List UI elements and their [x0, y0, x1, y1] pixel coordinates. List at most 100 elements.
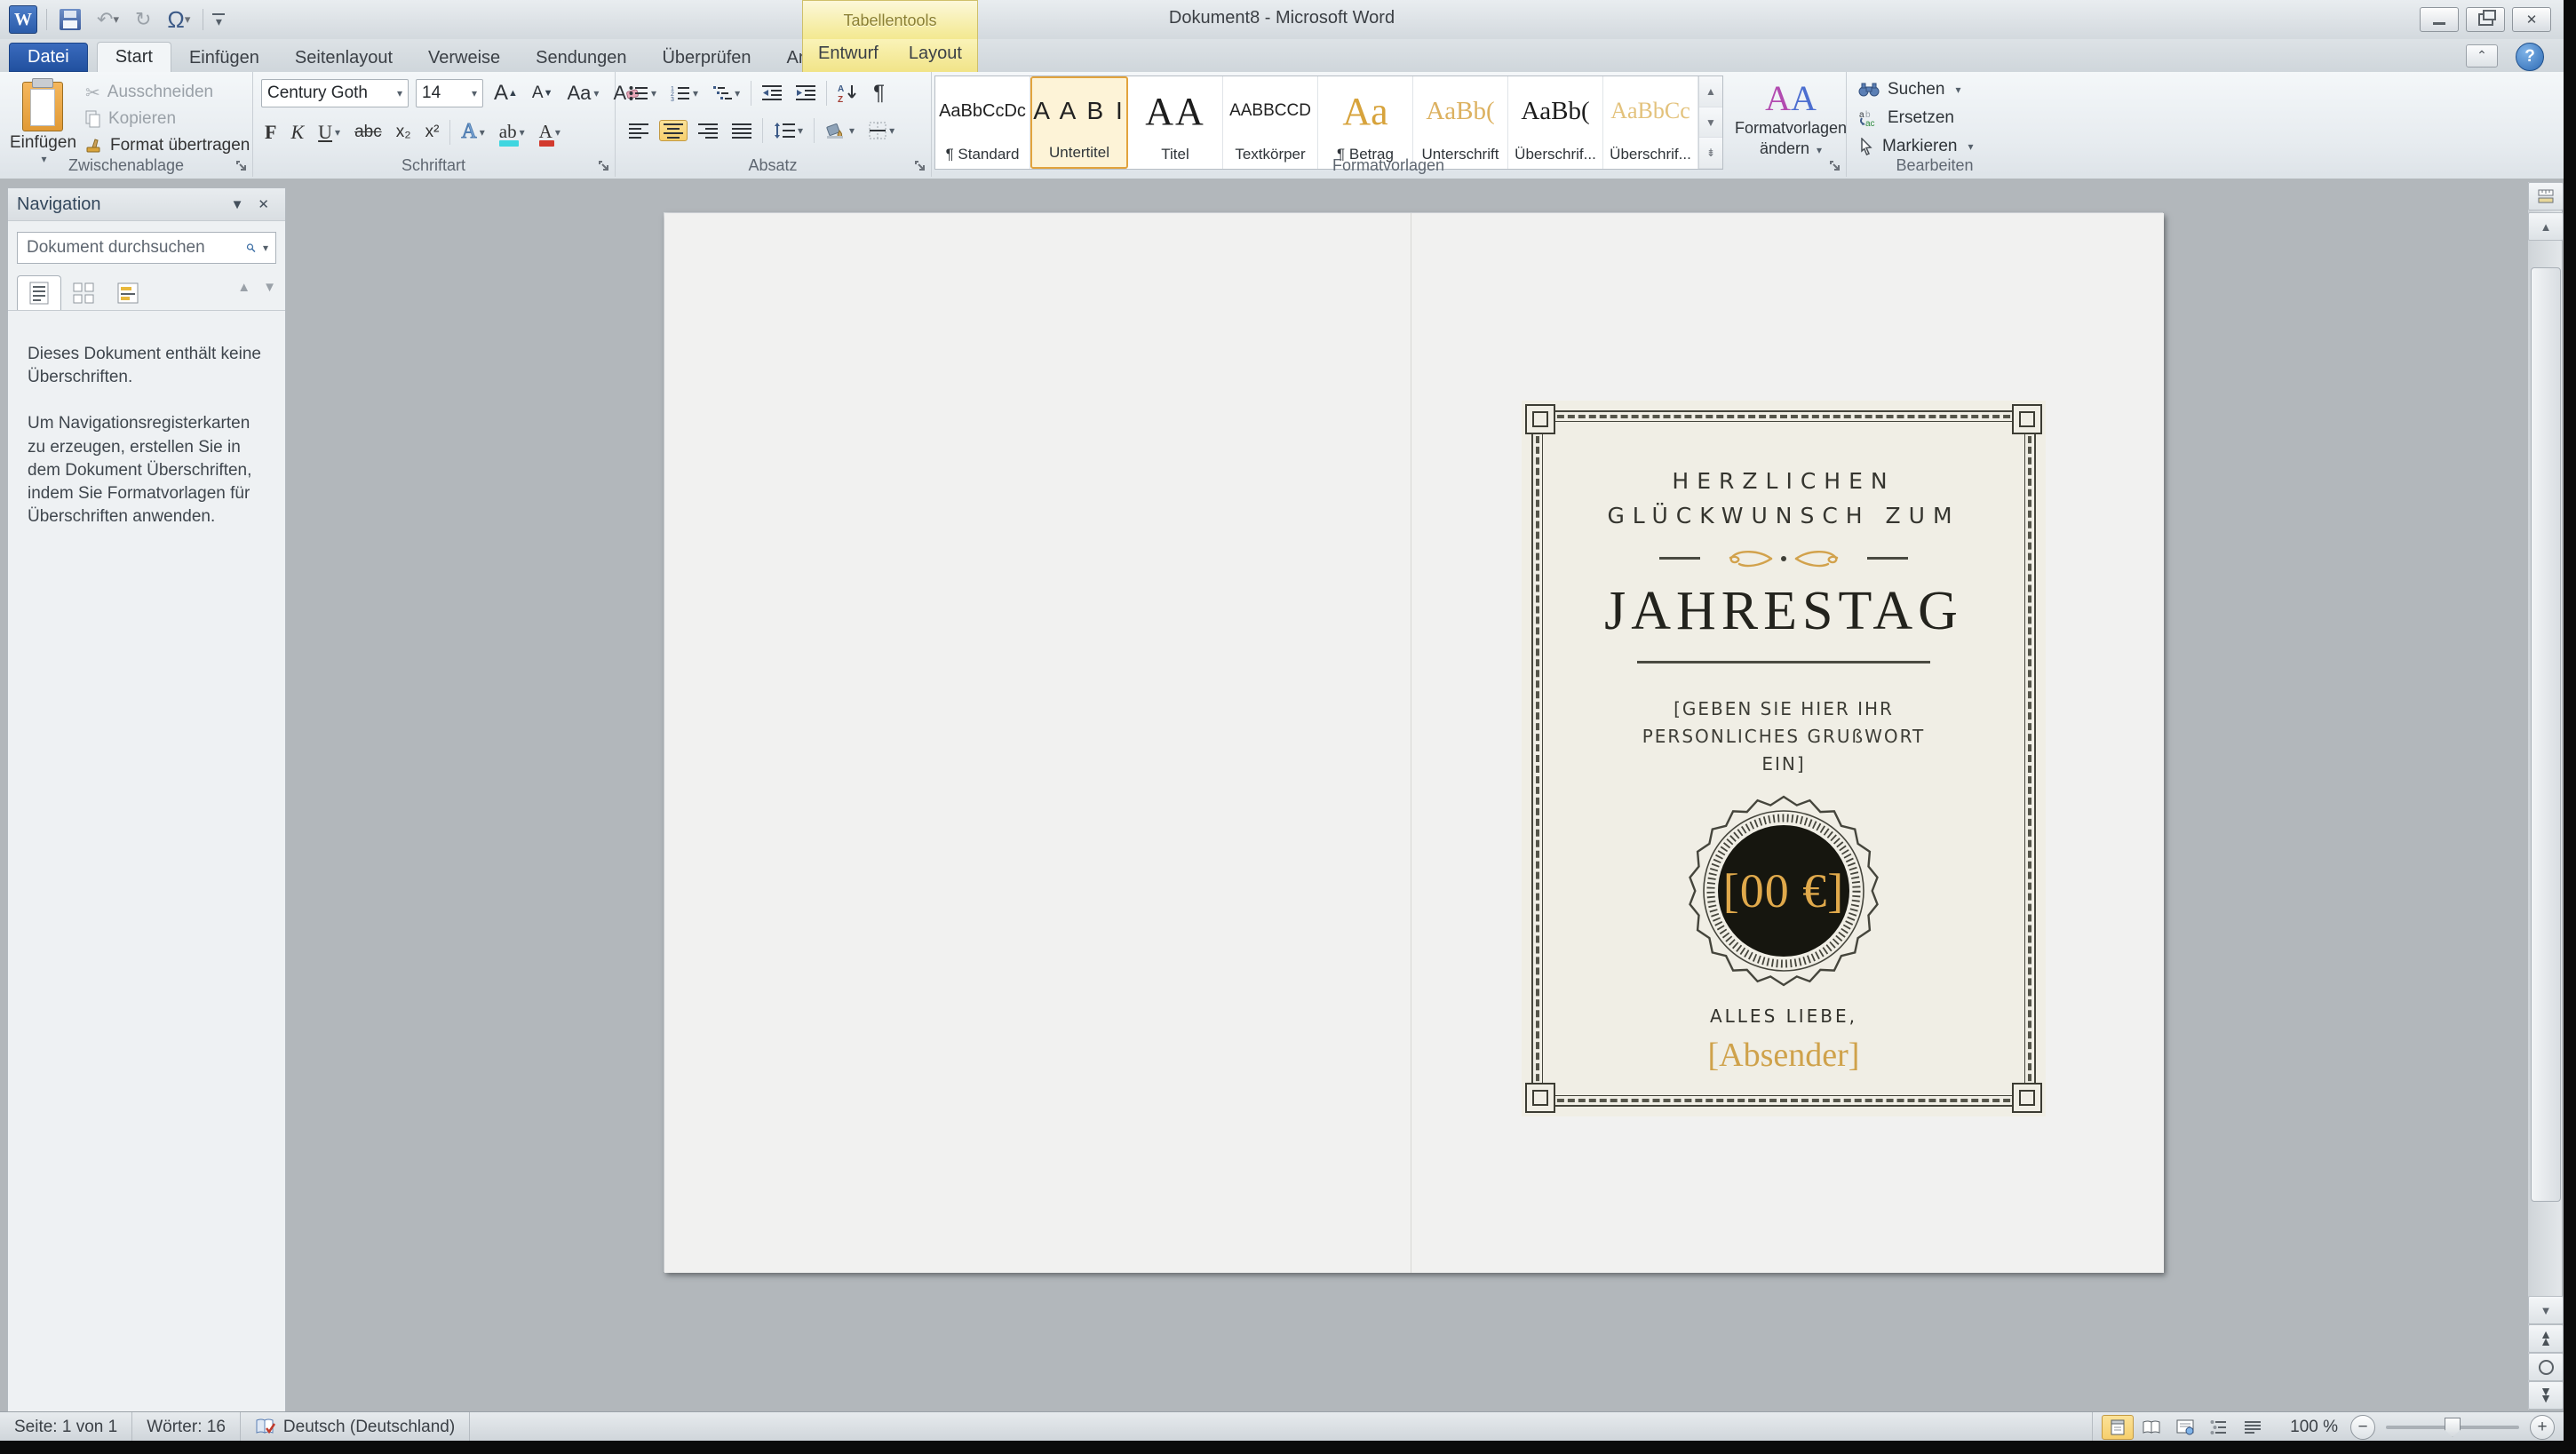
scrollbar-thumb[interactable]: [2531, 267, 2561, 1202]
search-icon[interactable]: [246, 238, 256, 258]
customize-qat-button[interactable]: ▾: [212, 13, 225, 25]
next-heading-arrow[interactable]: ▼: [263, 280, 276, 295]
numbering-arrow[interactable]: ▾: [693, 87, 698, 99]
styles-scroll-up[interactable]: ▲: [1699, 76, 1722, 107]
card-greeting-placeholder[interactable]: [GEBEN SIE HIER IHR PERSONLICHES GRUßWOR…: [1637, 695, 1930, 778]
document-search-box[interactable]: ▾: [17, 232, 276, 264]
style-ueberschrift2[interactable]: AaBbCc Überschrif...: [1603, 76, 1698, 169]
underline-arrow[interactable]: ▾: [335, 126, 340, 139]
zoom-in-button[interactable]: +: [2530, 1415, 2555, 1440]
font-color-arrow[interactable]: ▾: [555, 126, 561, 139]
select-arrow[interactable]: ▾: [1968, 140, 1973, 153]
select-browse-object-button[interactable]: [2528, 1353, 2564, 1381]
navigation-pane-close-icon[interactable]: ✕: [250, 196, 276, 212]
vertical-scrollbar[interactable]: ▲ ▼ ▲▲ ▼▼: [2528, 182, 2562, 1410]
fullscreen-reading-view-button[interactable]: [2135, 1415, 2167, 1440]
replace-button[interactable]: abac Ersetzen: [1849, 104, 1974, 132]
tab-verweise[interactable]: Verweise: [410, 44, 518, 72]
format-painter-button[interactable]: Format übertragen: [82, 132, 250, 159]
zwischenablage-dialog-launcher[interactable]: [235, 159, 249, 173]
formatvorlagen-dialog-launcher[interactable]: [1828, 159, 1842, 173]
absatz-dialog-launcher[interactable]: [913, 159, 927, 173]
superscript-button[interactable]: x²: [422, 121, 443, 144]
italic-button[interactable]: K: [287, 119, 307, 146]
line-spacing-arrow[interactable]: ▾: [798, 124, 803, 137]
numbering-button[interactable]: 123 ▾: [667, 83, 702, 104]
card-closing[interactable]: ALLES LIEBE,: [1548, 1005, 2019, 1027]
draft-view-button[interactable]: [2237, 1415, 2269, 1440]
schriftart-dialog-launcher[interactable]: [597, 159, 611, 173]
show-paragraph-marks-button[interactable]: ¶: [870, 79, 888, 107]
align-right-button[interactable]: [695, 121, 721, 140]
zoom-slider-thumb[interactable]: [2445, 1418, 2461, 1437]
borders-arrow[interactable]: ▾: [889, 124, 894, 137]
tab-sendungen[interactable]: Sendungen: [518, 44, 644, 72]
search-input[interactable]: [25, 237, 246, 258]
symbol-dropdown-arrow[interactable]: ▾: [185, 12, 191, 27]
style-unterschrift[interactable]: AaBb( Unterschrift: [1413, 76, 1508, 169]
zoom-out-button[interactable]: −: [2350, 1415, 2375, 1440]
next-page-button[interactable]: ▼▼: [2528, 1381, 2564, 1410]
nav-tab-pages[interactable]: [61, 275, 106, 310]
word-logo-icon[interactable]: W: [9, 5, 37, 34]
style-betrag[interactable]: Aa ¶ Betrag: [1318, 76, 1413, 169]
multilevel-list-button[interactable]: ▾: [709, 83, 743, 104]
page-count-indicator[interactable]: Seite: 1 von 1: [0, 1412, 132, 1441]
tab-seitenlayout[interactable]: Seitenlayout: [277, 44, 410, 72]
tab-start[interactable]: Start: [97, 42, 171, 72]
style-untertitel[interactable]: A A B I Untertitel: [1030, 76, 1128, 169]
card-greeting[interactable]: HERZLICHEN GLÜCKWUNSCH ZUM: [1548, 465, 2019, 534]
print-layout-view-button[interactable]: [2102, 1415, 2134, 1440]
previous-heading-arrow[interactable]: ▲: [237, 280, 250, 295]
greeting-card[interactable]: HERZLICHEN GLÜCKWUNSCH ZUM: [1522, 401, 2046, 1116]
spellcheck-indicator[interactable]: Deutsch (Deutschland): [241, 1412, 470, 1441]
font-size-combo[interactable]: 14 ▾: [416, 79, 483, 107]
undo-dropdown-arrow[interactable]: ▾: [113, 12, 119, 27]
seal-amount[interactable]: [00 €]: [1687, 794, 1880, 988]
style-titel[interactable]: AA Titel: [1128, 76, 1223, 169]
tab-entwurf[interactable]: Entwurf: [811, 39, 886, 68]
find-button[interactable]: Suchen ▾: [1849, 75, 1974, 104]
card-title[interactable]: JAHRESTAG: [1548, 580, 2019, 643]
search-options-arrow[interactable]: ▾: [263, 242, 268, 254]
nav-tab-results[interactable]: [106, 275, 150, 310]
tab-datei[interactable]: Datei: [9, 43, 88, 72]
redo-button[interactable]: ↻: [131, 8, 155, 31]
tab-einfuegen[interactable]: Einfügen: [171, 44, 277, 72]
card-seal[interactable]: [00 €]: [1687, 794, 1880, 988]
nav-tab-headings[interactable]: [17, 275, 61, 310]
underline-button[interactable]: U▾: [314, 119, 344, 146]
line-spacing-button[interactable]: ▾: [770, 120, 807, 141]
symbol-button[interactable]: Ω ▾: [163, 6, 194, 33]
zoom-slider[interactable]: [2386, 1426, 2519, 1429]
ruler-toggle-button[interactable]: [2528, 182, 2564, 211]
bullets-arrow[interactable]: ▾: [651, 87, 656, 99]
previous-page-button[interactable]: ▲▲: [2528, 1324, 2564, 1353]
bullets-button[interactable]: ▾: [625, 83, 660, 104]
highlight-button[interactable]: ab▾: [496, 121, 529, 143]
minimize-button[interactable]: [2420, 7, 2459, 32]
copy-button[interactable]: Kopieren: [82, 106, 250, 132]
close-button[interactable]: ✕: [2512, 7, 2551, 32]
find-arrow[interactable]: ▾: [1955, 83, 1960, 96]
text-effects-arrow[interactable]: ▾: [480, 126, 485, 139]
font-name-combo[interactable]: Century Goth ▾: [261, 79, 409, 107]
style-standard[interactable]: AaBbCcDc ¶ Standard: [935, 76, 1030, 169]
minimize-ribbon-button[interactable]: ⌃: [2466, 44, 2498, 68]
grow-font-button[interactable]: A▲: [490, 79, 521, 107]
increase-indent-button[interactable]: [792, 83, 819, 104]
multilevel-list-arrow[interactable]: ▾: [735, 87, 740, 99]
outline-view-button[interactable]: [2203, 1415, 2235, 1440]
styles-scroll-down[interactable]: ▼: [1699, 107, 1722, 139]
save-button[interactable]: [56, 7, 84, 32]
restore-button[interactable]: [2466, 7, 2505, 32]
strikethrough-button[interactable]: abc: [351, 121, 386, 144]
tab-ueberpruefen[interactable]: Überprüfen: [644, 44, 768, 72]
web-layout-view-button[interactable]: [2169, 1415, 2201, 1440]
justify-button[interactable]: [728, 121, 755, 140]
decrease-indent-button[interactable]: [759, 83, 785, 104]
align-left-button[interactable]: [625, 121, 652, 140]
align-center-button[interactable]: [659, 120, 688, 141]
sort-button[interactable]: AZ: [834, 82, 863, 105]
borders-button[interactable]: ▾: [865, 120, 898, 141]
